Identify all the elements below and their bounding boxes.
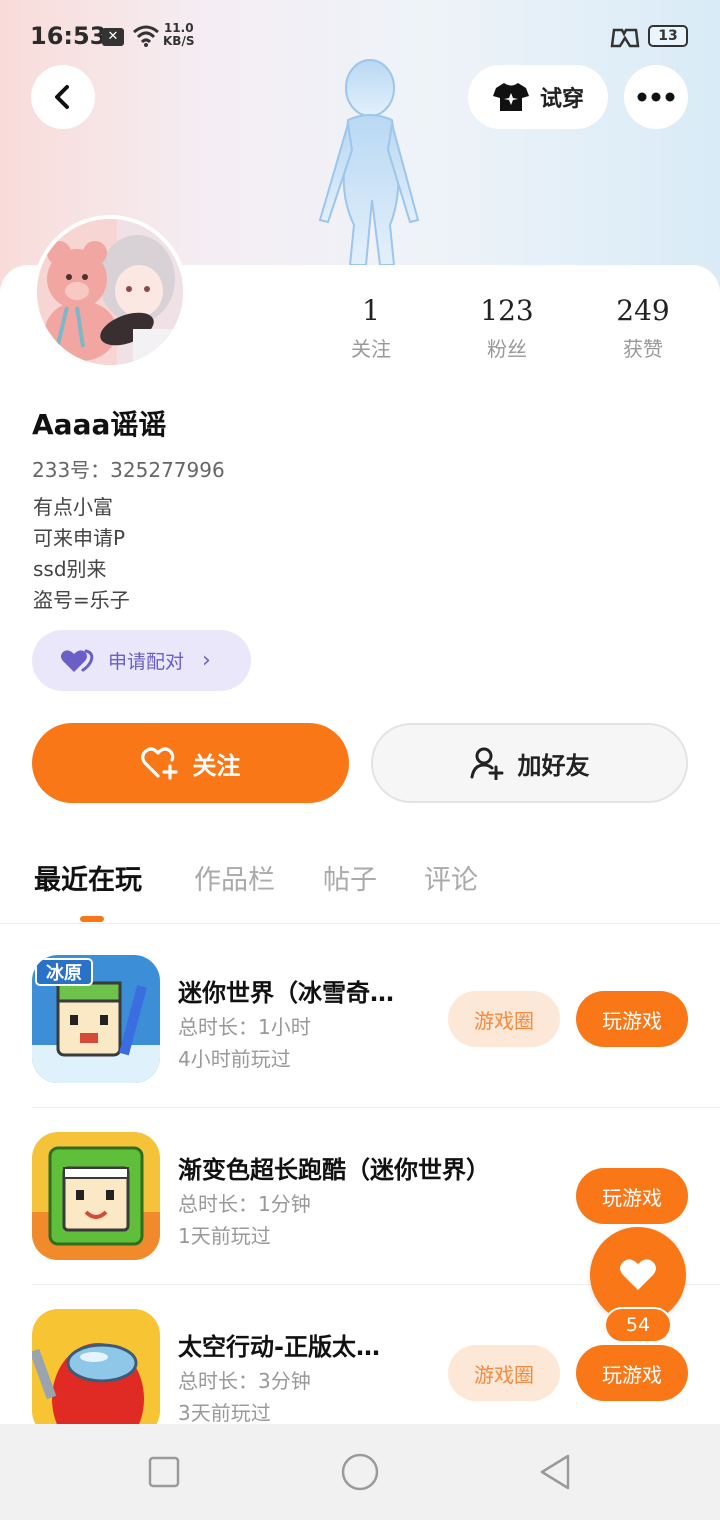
stat-value: 1 — [362, 294, 380, 327]
stat-label: 粉丝 — [487, 337, 527, 361]
game-icon — [32, 1132, 160, 1260]
game-duration: 总时长：1分钟 — [178, 1192, 311, 1216]
stat-label: 获赞 — [623, 337, 663, 361]
bio-line: 有点小富 — [33, 495, 113, 519]
pair-request-button[interactable]: 申请配对 › — [32, 630, 251, 691]
game-icon-badge: 冰原 — [46, 962, 82, 984]
tab-works[interactable]: 作品栏 — [194, 858, 275, 897]
more-options-button[interactable] — [624, 65, 688, 129]
play-game-button[interactable]: 玩游戏 — [576, 1345, 688, 1401]
status-time: 16:53 — [30, 22, 107, 50]
status-bar: 16:53 ✕ 11.0 KB/S 13 — [0, 0, 720, 70]
game-list-item[interactable]: 冰原 迷你世界（冰雪奇… 总时长：1小时 4小时前玩过 游戏圈 玩游戏 — [32, 931, 720, 1108]
back-arrow-icon — [55, 85, 69, 109]
game-duration: 总时长：3分钟 — [178, 1369, 311, 1393]
try-on-button[interactable]: 试穿 — [468, 65, 608, 129]
play-game-button[interactable]: 玩游戏 — [576, 1168, 688, 1224]
like-count: 54 — [604, 1307, 672, 1343]
more-dots-icon — [637, 92, 675, 102]
bio-line: 盗号=乐子 — [33, 588, 130, 612]
avatar-image — [37, 219, 183, 365]
game-mode-icon — [610, 28, 640, 48]
stat-following[interactable]: 1 关注 — [311, 294, 431, 362]
game-last-played: 4小时前玩过 — [178, 1047, 291, 1071]
game-icon: 冰原 — [32, 955, 160, 1083]
game-title: 渐变色超长跑酷（迷你世界） — [178, 1156, 490, 1184]
add-friend-button[interactable]: 加好友 — [371, 723, 688, 803]
game-duration: 总时长：1小时 — [178, 1015, 311, 1039]
game-icon — [32, 1309, 160, 1437]
game-circle-button[interactable]: 游戏圈 — [448, 1345, 560, 1401]
play-game-button[interactable]: 玩游戏 — [576, 991, 688, 1047]
try-on-label: 试穿 — [539, 87, 584, 112]
wifi-icon — [133, 25, 159, 47]
home-icon[interactable] — [340, 1452, 380, 1492]
tshirt-icon — [492, 83, 529, 111]
bio-line: 可来申请P — [33, 526, 126, 550]
tab-posts[interactable]: 帖子 — [323, 858, 377, 897]
stat-likes[interactable]: 249 获赞 — [583, 294, 703, 362]
add-person-icon — [470, 747, 503, 780]
system-navigation-bar — [0, 1424, 720, 1520]
follow-button[interactable]: 关注 — [32, 723, 349, 803]
stat-followers[interactable]: 123 粉丝 — [447, 294, 567, 362]
x-box-icon: ✕ — [102, 28, 124, 46]
active-tab-indicator — [80, 916, 104, 922]
stat-label: 关注 — [351, 337, 391, 361]
game-circle-button[interactable]: 游戏圈 — [448, 991, 560, 1047]
recent-apps-icon[interactable] — [144, 1452, 184, 1492]
game-last-played: 1天前玩过 — [178, 1224, 271, 1248]
bio: 有点小富 可来申请P ssd别来 盗号=乐子 — [33, 492, 130, 616]
game-title: 太空行动-正版太… — [178, 1333, 380, 1361]
stat-value: 123 — [480, 294, 534, 327]
pair-request-label: 申请配对 — [108, 651, 185, 673]
follow-label: 关注 — [192, 751, 241, 780]
back-nav-icon[interactable] — [536, 1452, 576, 1492]
stat-value: 249 — [616, 294, 670, 327]
game-last-played: 3天前玩过 — [178, 1401, 271, 1425]
bio-line: ssd别来 — [33, 557, 107, 581]
add-friend-label: 加好友 — [517, 751, 590, 780]
game-title: 迷你世界（冰雪奇… — [178, 979, 394, 1007]
profile-tabs: 最近在玩 作品栏 帖子 评论 — [0, 858, 720, 924]
back-button[interactable] — [31, 65, 95, 129]
network-speed: 11.0 KB/S — [163, 21, 195, 48]
username: Aaaa谣谣 — [32, 408, 167, 441]
avatar-hologram-figure — [318, 59, 420, 266]
avatar[interactable] — [33, 215, 187, 369]
tab-recently-played[interactable]: 最近在玩 — [34, 858, 142, 897]
heart-icon — [620, 1259, 656, 1290]
chevron-right-icon: › — [202, 648, 211, 673]
user-id: 233号：325277996 — [32, 458, 225, 482]
tab-comments[interactable]: 评论 — [424, 858, 478, 897]
hearts-icon — [61, 649, 94, 672]
battery-indicator: 13 — [648, 25, 688, 47]
heart-plus-icon — [140, 747, 178, 780]
